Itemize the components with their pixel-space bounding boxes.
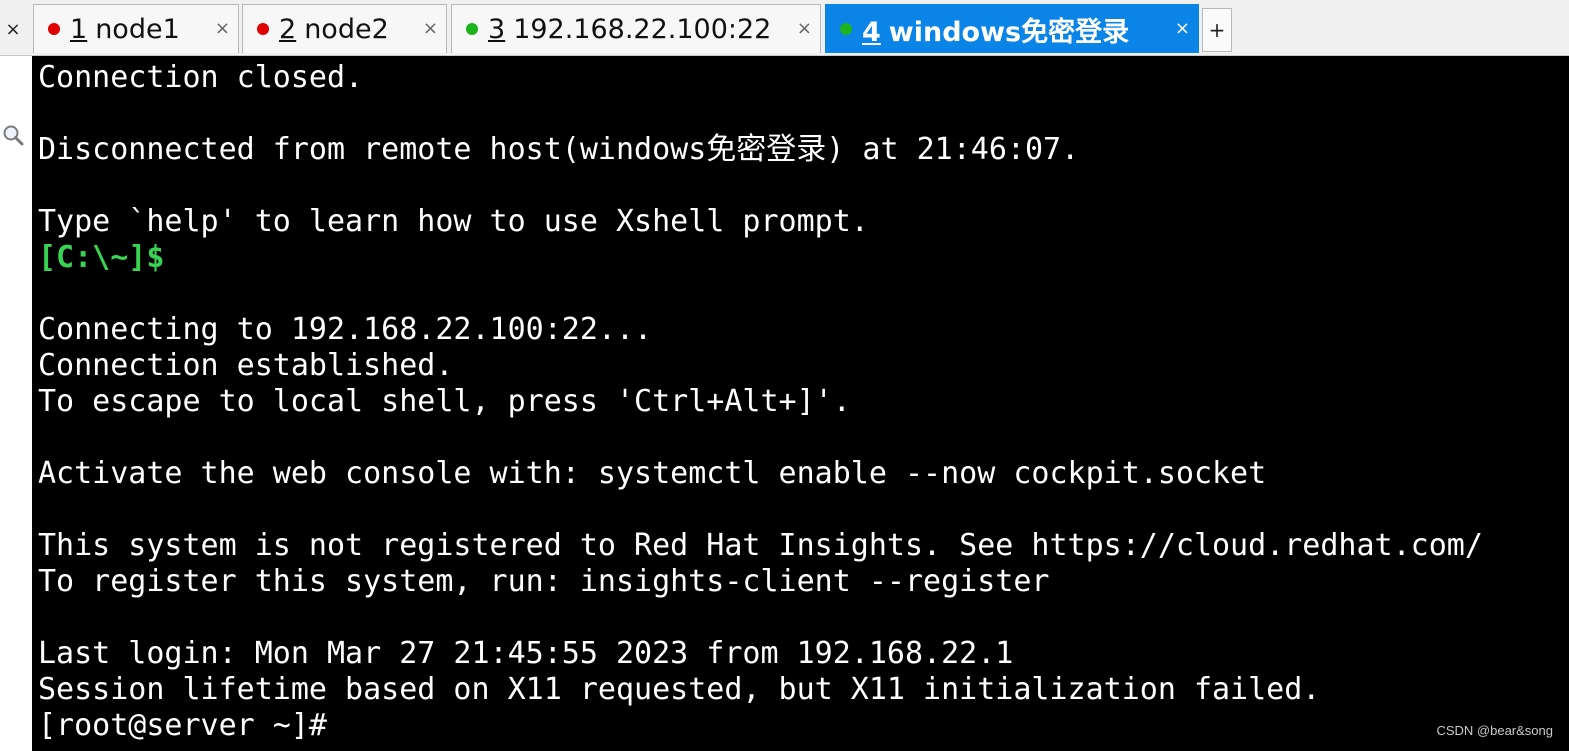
tab-label: 1 node1 [70, 13, 180, 45]
terminal-output[interactable]: Connection closed. Disconnected from rem… [32, 56, 1569, 751]
terminal-line: Last login: Mon Mar 27 21:45:55 2023 fro… [38, 636, 1014, 671]
terminal-line: Connection closed. [38, 60, 364, 95]
status-dot-icon [466, 23, 478, 35]
local-prompt: [C:\~]$ [38, 240, 165, 275]
tab-192-168-22-100[interactable]: 3 192.168.22.100:22 × [451, 4, 821, 53]
terminal-line: Connecting to 192.168.22.100:22... [38, 312, 653, 347]
terminal-line: Connection established. [38, 348, 454, 383]
tab-windows-login[interactable]: 4 windows免密登录 × [825, 4, 1199, 53]
tab-bar: × 1 node1 × 2 node2 × 3 192.168.22.100:22 ×… [0, 0, 1569, 56]
tab-node1[interactable]: 1 node1 × [33, 4, 239, 53]
close-icon[interactable]: × [797, 18, 812, 39]
status-dot-icon [840, 23, 852, 35]
terminal-line: To register this system, run: insights-c… [38, 564, 1050, 599]
close-icon[interactable]: × [423, 18, 438, 39]
tab-node2[interactable]: 2 node2 × [242, 4, 447, 53]
tab-label: 2 node2 [279, 13, 389, 45]
search-icon[interactable] [2, 124, 24, 146]
terminal-line: To escape to local shell, press 'Ctrl+Al… [38, 384, 851, 419]
status-dot-icon [48, 23, 60, 35]
tab-label: 4 windows免密登录 [862, 16, 1130, 48]
terminal-line: Session lifetime based on X11 requested,… [38, 672, 1321, 707]
shell-prompt: [root@server ~]# [38, 708, 327, 743]
terminal-line: This system is not registered to Red Hat… [38, 528, 1483, 563]
watermark: CSDN @bear&song [1436, 723, 1553, 738]
close-icon[interactable]: × [215, 18, 230, 39]
new-tab-button[interactable]: + [1202, 8, 1232, 52]
close-all-icon[interactable]: × [0, 4, 26, 54]
terminal-line: Activate the web console with: systemctl… [38, 456, 1267, 491]
tab-label: 3 192.168.22.100:22 [488, 13, 772, 45]
terminal-line: Disconnected from remote host(windows免密登… [38, 132, 1080, 167]
left-gutter [0, 56, 32, 751]
status-dot-icon [257, 23, 269, 35]
close-icon[interactable]: × [1175, 18, 1190, 39]
terminal-line: Type `help' to learn how to use Xshell p… [38, 204, 869, 239]
